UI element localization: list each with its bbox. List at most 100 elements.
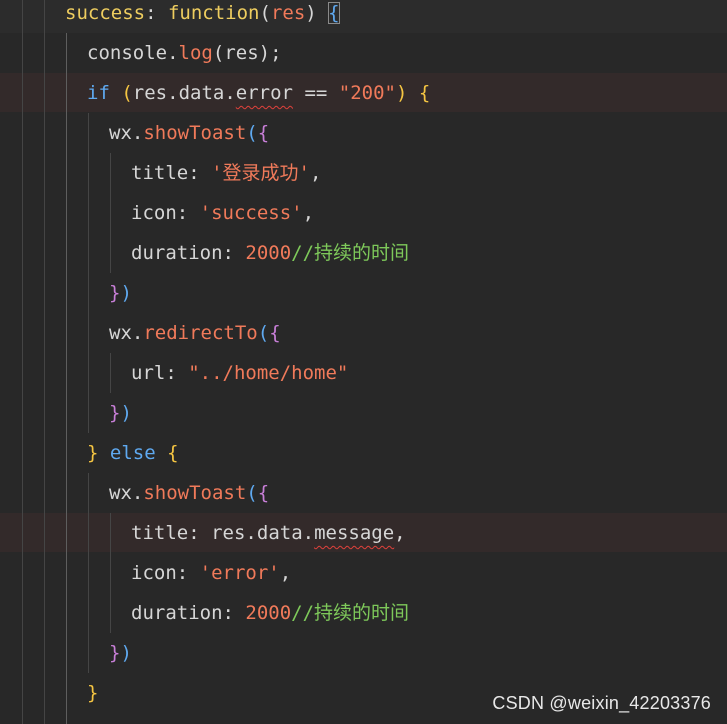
code-token: "../home/home" [188, 362, 349, 384]
code-token: res [211, 522, 246, 544]
code-token: log [178, 42, 213, 64]
code-token: ( [259, 2, 271, 24]
code-token: ( [257, 322, 270, 344]
code-token: res [132, 82, 168, 104]
code-token: { [167, 442, 179, 464]
code-token: wx [109, 322, 132, 344]
code-line: wx.redirectTo({ [109, 313, 281, 353]
code-line: icon: 'error', [131, 553, 291, 593]
code-line: if (res.data.error == "200") { [87, 73, 430, 113]
indent-guide [110, 353, 111, 393]
code-token: success [65, 2, 146, 24]
code-token: wx [109, 482, 132, 504]
code-line: url: "../home/home" [131, 353, 348, 393]
code-token: , [394, 522, 406, 544]
watermark: CSDN @weixin_42203376 [492, 693, 711, 713]
code-token: 2000 [245, 602, 292, 624]
code-token: : [165, 362, 189, 384]
code-token: 'error' [199, 562, 280, 584]
code-token: wx [109, 122, 132, 144]
code-line: }) [109, 273, 132, 313]
code-line: title: '登录成功', [131, 153, 321, 193]
code-token: : [176, 562, 200, 584]
code-token: icon [131, 202, 177, 224]
code-token: . [131, 482, 144, 504]
code-token: title [131, 522, 189, 544]
code-token: { [257, 482, 270, 504]
code-token: function [167, 2, 260, 24]
code-token: { [328, 2, 340, 24]
code-token: } [109, 402, 121, 424]
code-token: : [222, 242, 246, 264]
code-line: console.log(res); [87, 33, 282, 73]
code-token: res [270, 2, 306, 24]
code-token: ) [120, 282, 132, 304]
code-token: . [302, 522, 315, 544]
indent-guide [110, 153, 111, 273]
code-token: : [176, 202, 200, 224]
code-token: } [109, 282, 121, 304]
code-editor[interactable]: success: function(res) {console.log(res)… [0, 0, 727, 724]
code-token: ( [212, 42, 225, 64]
code-token: . [131, 122, 144, 144]
code-line: duration: 2000//持续的时间 [131, 233, 409, 273]
code-token: : [145, 2, 168, 24]
indent-guide [22, 0, 23, 724]
code-token: duration [131, 602, 223, 624]
indent-guide [88, 473, 89, 673]
code-token: . [167, 42, 179, 64]
code-token: } [109, 642, 121, 664]
code-token: ) [395, 82, 419, 104]
code-token: : [188, 162, 212, 184]
code-line: }) [109, 633, 132, 673]
code-token: redirectTo [143, 322, 258, 344]
code-token: data [256, 522, 303, 544]
code-token: ) [120, 402, 132, 424]
code-token: "200" [338, 82, 396, 104]
code-token: data [178, 82, 225, 104]
code-token: , [279, 562, 292, 584]
code-line: wx.showToast({ [109, 113, 269, 153]
code-token: message [314, 522, 395, 544]
code-token: ) [305, 2, 329, 24]
code-token: : [188, 522, 212, 544]
indent-guide [88, 113, 89, 433]
code-line: success: function(res) { [65, 0, 340, 33]
code-token: ( [246, 122, 258, 144]
code-token: console [87, 42, 168, 64]
code-token: error [235, 82, 293, 104]
code-token: , [309, 162, 322, 184]
code-token: , [302, 202, 315, 224]
code-token: else [109, 442, 156, 464]
code-token: icon [131, 562, 177, 584]
indent-guide [110, 513, 111, 633]
code-token: == [293, 82, 339, 104]
code-line: } else { [87, 433, 179, 473]
code-token: . [245, 522, 257, 544]
code-line: duration: 2000//持续的时间 [131, 593, 409, 633]
code-token: //持续的时间 [291, 602, 410, 624]
code-token: if [87, 82, 110, 104]
code-token: ) [120, 642, 132, 664]
code-token: showToast [143, 122, 247, 144]
code-token: . [167, 82, 179, 104]
code-token: 'success' [199, 202, 303, 224]
code-token: ); [258, 42, 282, 64]
code-token: } [87, 442, 99, 464]
indent-guide [44, 0, 45, 724]
indent-guide-active [66, 33, 67, 724]
code-token: showToast [143, 482, 247, 504]
code-token: ( [246, 482, 258, 504]
code-token: ( [121, 82, 133, 104]
code-token: { [257, 122, 270, 144]
code-token: { [418, 82, 431, 104]
code-token: duration [131, 242, 223, 264]
code-line: icon: 'success', [131, 193, 314, 233]
code-token: title [131, 162, 189, 184]
code-token: . [224, 82, 236, 104]
code-token: url [131, 362, 166, 384]
code-line: }) [109, 393, 132, 433]
code-line: } [87, 673, 98, 713]
